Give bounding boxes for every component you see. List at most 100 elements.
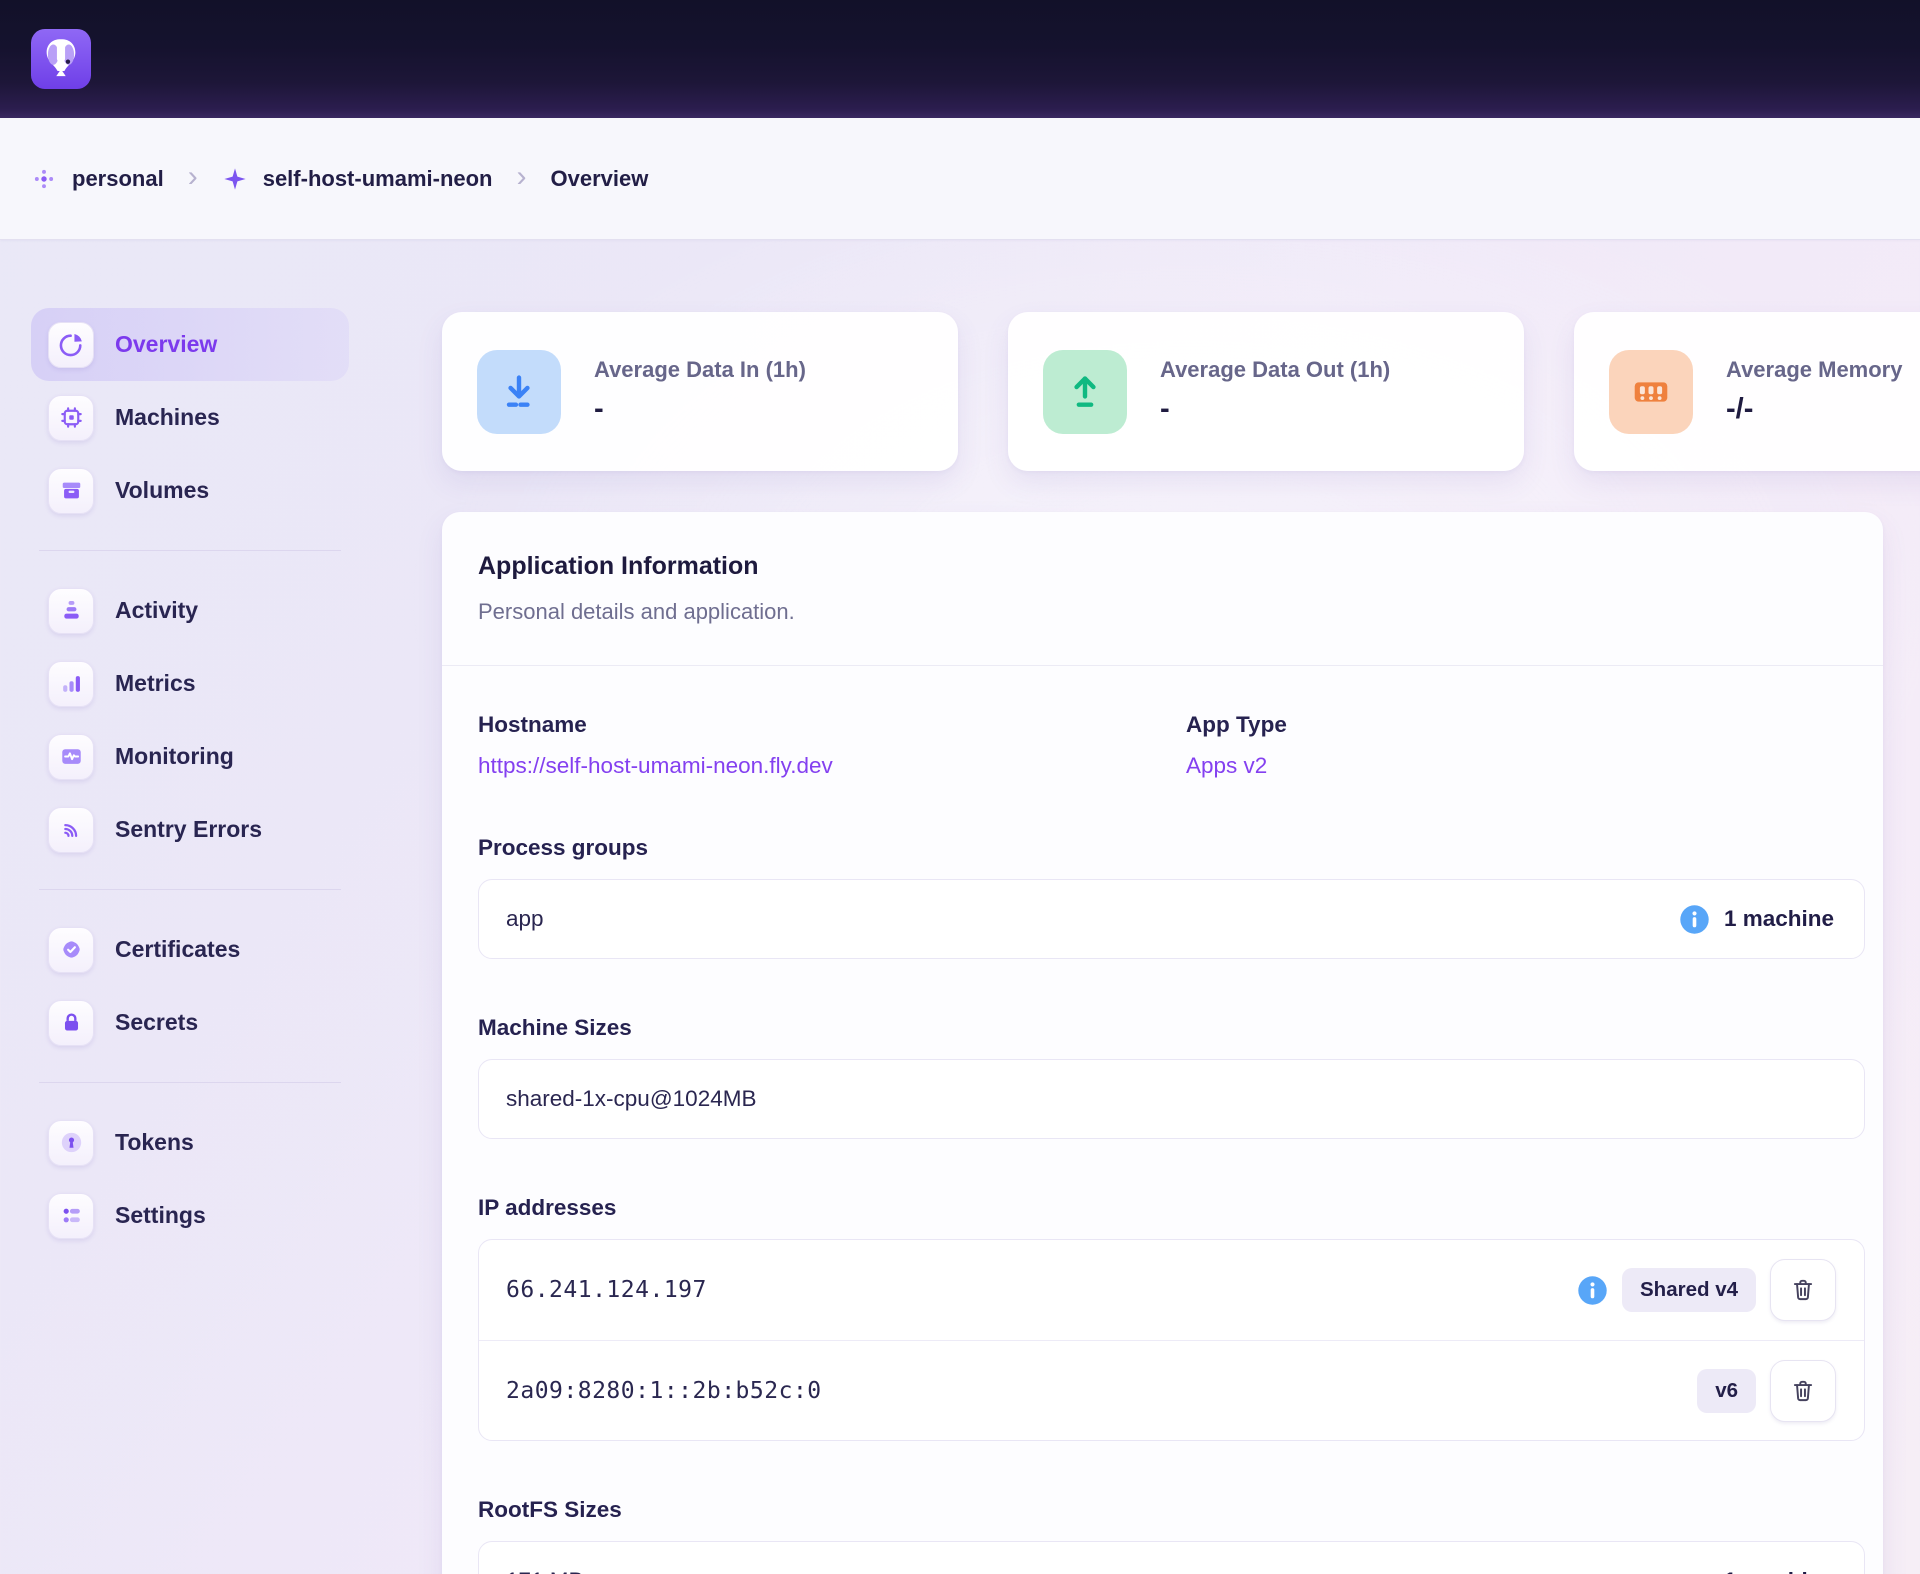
stat-card-data-out: Average Data Out (1h) - <box>1008 312 1524 471</box>
app-type-field: App Type Apps v2 <box>1186 712 1287 779</box>
app-type-label: App Type <box>1186 712 1287 738</box>
rootfs-sizes-section: RootFS Sizes 171 MB 1 machine <box>478 1497 1865 1574</box>
ip-address: 2a09:8280:1::2b:b52c:0 <box>506 1378 822 1404</box>
machine-size-value: shared-1x-cpu@1024MB <box>506 1086 756 1112</box>
pie-chart-icon <box>48 322 94 368</box>
sidebar-item-label: Volumes <box>115 477 209 504</box>
ip-addresses-section: IP addresses 66.241.124.197 Shared v <box>478 1195 1865 1441</box>
rootfs-sizes-label: RootFS Sizes <box>478 1497 1865 1523</box>
sidebar-item-label: Metrics <box>115 670 196 697</box>
sidebar-divider <box>39 550 341 551</box>
org-dots-icon <box>31 166 57 192</box>
sidebar-divider <box>39 1082 341 1083</box>
rootfs-row: 171 MB 1 machine <box>478 1541 1865 1574</box>
hostname-field: Hostname https://self-host-umami-neon.fl… <box>478 712 1186 779</box>
top-header <box>0 0 1920 118</box>
toggles-icon <box>48 1193 94 1239</box>
fly-logo[interactable] <box>31 29 91 89</box>
chip-icon <box>48 395 94 441</box>
machine-sizes-label: Machine Sizes <box>478 1015 1865 1041</box>
delete-ip-button[interactable] <box>1770 1360 1836 1422</box>
info-icon[interactable] <box>1679 904 1710 935</box>
pulse-icon <box>48 734 94 780</box>
rootfs-size: 171 MB <box>506 1568 584 1574</box>
key-icon <box>48 1120 94 1166</box>
sidebar-item-label: Machines <box>115 404 220 431</box>
stat-card-data-in: Average Data In (1h) - <box>442 312 958 471</box>
sidebar-item-settings[interactable]: Settings <box>31 1179 349 1252</box>
application-information-card: Application Information Personal details… <box>442 512 1883 1574</box>
stat-label: Average Data In (1h) <box>594 357 806 383</box>
sidebar-item-label: Certificates <box>115 936 240 963</box>
sidebar: Overview Machines Volumes <box>31 308 349 1252</box>
sidebar-item-volumes[interactable]: Volumes <box>31 454 349 527</box>
info-icon[interactable] <box>1577 1275 1608 1306</box>
process-group-name: app <box>506 906 544 932</box>
trash-icon <box>1790 1277 1816 1303</box>
machine-count: 1 machine <box>1724 1568 1834 1574</box>
ip-row: 66.241.124.197 Shared v4 <box>479 1240 1864 1340</box>
delete-ip-button[interactable] <box>1770 1259 1836 1321</box>
chevron-right-icon: › <box>188 162 198 196</box>
breadcrumb: personal › self-host-umami-neon › Overvi… <box>0 118 1920 240</box>
sidebar-item-label: Tokens <box>115 1129 194 1156</box>
sidebar-item-label: Activity <box>115 597 198 624</box>
main-content: Average Data In (1h) - Average Data Out … <box>442 240 1920 1574</box>
stack-icon <box>48 588 94 634</box>
stat-label: Average Memory <box>1726 357 1902 383</box>
breadcrumb-app-label: self-host-umami-neon <box>263 166 493 192</box>
card-title: Application Information <box>478 552 1847 581</box>
machine-count: 1 machine <box>1724 906 1834 932</box>
badge-check-icon <box>48 927 94 973</box>
ip-type-badge: v6 <box>1697 1369 1756 1413</box>
memory-chip-icon <box>1609 350 1693 434</box>
stat-value: - <box>1160 393 1390 426</box>
bar-chart-icon <box>48 661 94 707</box>
stat-value: - <box>594 393 806 426</box>
sidebar-item-monitoring[interactable]: Monitoring <box>31 720 349 793</box>
ip-row: 2a09:8280:1::2b:b52c:0 v6 <box>479 1340 1864 1440</box>
sidebar-item-label: Monitoring <box>115 743 234 770</box>
card-subtitle: Personal details and application. <box>478 599 1847 625</box>
sidebar-item-label: Sentry Errors <box>115 816 262 843</box>
ip-address: 66.241.124.197 <box>506 1277 707 1303</box>
ip-type-badge: Shared v4 <box>1622 1268 1756 1312</box>
chevron-right-icon: › <box>517 162 527 196</box>
hostname-link[interactable]: https://self-host-umami-neon.fly.dev <box>478 753 833 779</box>
stat-label: Average Data Out (1h) <box>1160 357 1390 383</box>
app-type-link[interactable]: Apps v2 <box>1186 753 1267 779</box>
stats-row: Average Data In (1h) - Average Data Out … <box>442 312 1920 471</box>
upload-arrow-icon <box>1043 350 1127 434</box>
ip-addresses-label: IP addresses <box>478 1195 1865 1221</box>
machine-size-row: shared-1x-cpu@1024MB <box>478 1059 1865 1139</box>
process-groups-section: Process groups app 1 machine <box>478 835 1865 959</box>
sidebar-item-label: Secrets <box>115 1009 198 1036</box>
hostname-label: Hostname <box>478 712 1186 738</box>
sidebar-item-label: Overview <box>115 331 217 358</box>
sidebar-item-activity[interactable]: Activity <box>31 574 349 647</box>
sidebar-item-secrets[interactable]: Secrets <box>31 986 349 1059</box>
sidebar-item-label: Settings <box>115 1202 206 1229</box>
sidebar-divider <box>39 889 341 890</box>
sidebar-item-tokens[interactable]: Tokens <box>31 1106 349 1179</box>
sentry-icon <box>48 807 94 853</box>
sidebar-item-metrics[interactable]: Metrics <box>31 647 349 720</box>
process-groups-label: Process groups <box>478 835 1865 861</box>
breadcrumb-page: Overview <box>551 166 649 192</box>
lock-icon <box>48 1000 94 1046</box>
breadcrumb-app[interactable]: self-host-umami-neon <box>222 166 493 192</box>
sidebar-item-machines[interactable]: Machines <box>31 381 349 454</box>
stat-value: -/- <box>1726 393 1902 426</box>
sidebar-item-certificates[interactable]: Certificates <box>31 913 349 986</box>
stat-card-memory: Average Memory -/- <box>1574 312 1920 471</box>
trash-icon <box>1790 1378 1816 1404</box>
sparkle-icon <box>222 166 248 192</box>
machine-sizes-section: Machine Sizes shared-1x-cpu@1024MB <box>478 1015 1865 1139</box>
breadcrumb-org[interactable]: personal <box>31 166 164 192</box>
download-arrow-icon <box>477 350 561 434</box>
package-icon <box>48 468 94 514</box>
process-group-row: app 1 machine <box>478 879 1865 959</box>
sidebar-item-overview[interactable]: Overview <box>31 308 349 381</box>
breadcrumb-org-label: personal <box>72 166 164 192</box>
sidebar-item-sentry-errors[interactable]: Sentry Errors <box>31 793 349 866</box>
